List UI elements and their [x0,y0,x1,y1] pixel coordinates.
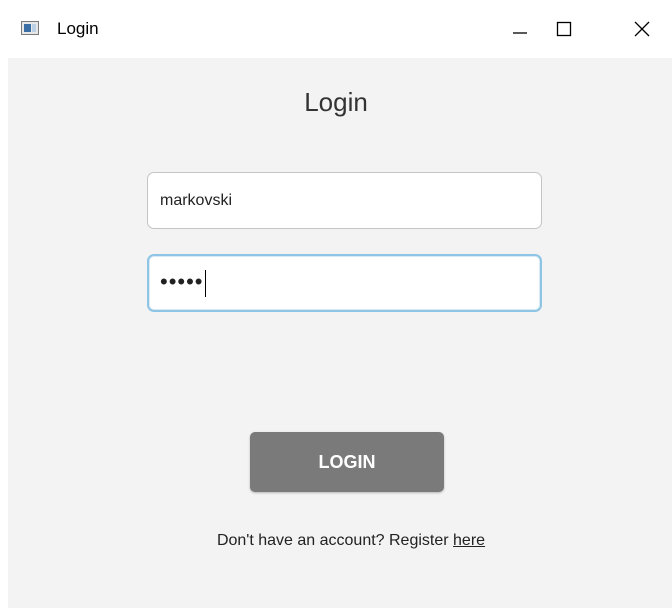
title-bar[interactable]: Login [0,0,672,58]
username-value: markovski [160,191,233,209]
maximize-icon [556,21,572,37]
close-icon [634,21,650,37]
page-title: Login [304,87,368,117]
password-mask: ••••• [160,269,204,294]
maximize-button[interactable] [534,0,594,58]
login-panel [8,58,672,608]
register-link[interactable]: here [453,532,485,549]
register-prompt-text: Don't have an account? Register [216,532,449,549]
app-window-icon [21,21,39,35]
window-title: Login [57,19,99,38]
login-button[interactable]: LOGIN [250,432,444,492]
username-input[interactable]: markovski [147,172,542,229]
password-input[interactable]: ••••• [147,254,542,312]
text-caret [204,269,206,297]
register-prompt: Don't have an account? Register here [0,532,672,550]
close-button[interactable] [612,0,672,58]
minimize-icon [513,32,527,34]
